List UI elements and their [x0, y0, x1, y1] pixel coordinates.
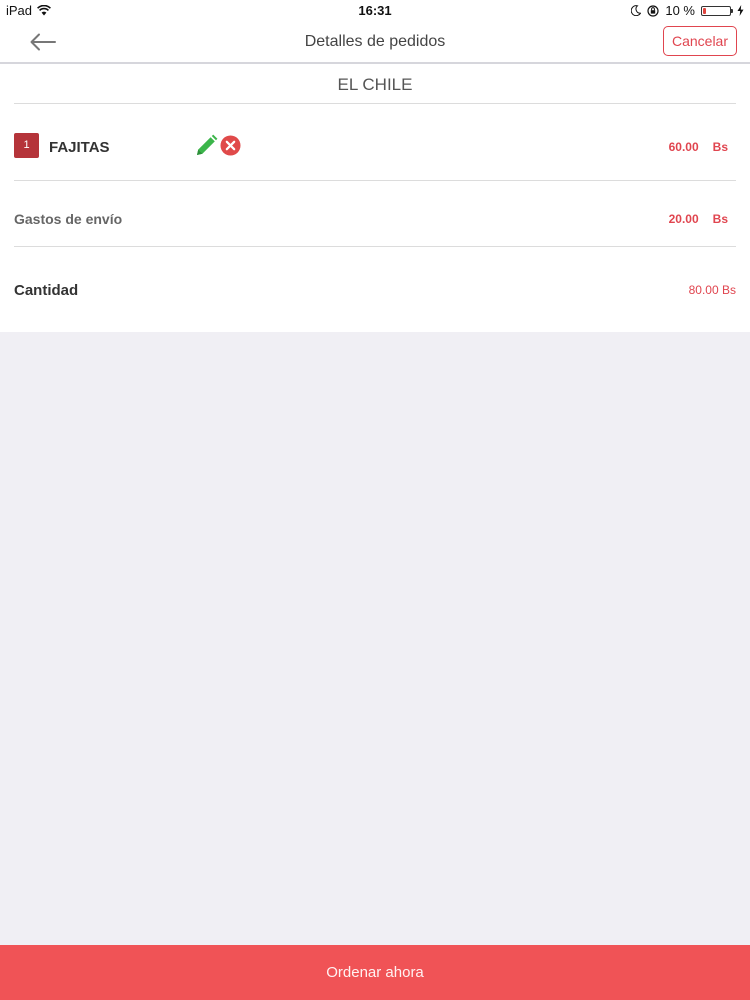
remove-circle-icon[interactable] [220, 135, 241, 156]
charging-icon [737, 5, 744, 16]
shipping-price-currency: Bs [712, 212, 728, 226]
total-label: Cantidad [14, 282, 79, 299]
page-title: Detalles de pedidos [304, 33, 446, 50]
item-price-currency: Bs [712, 140, 728, 154]
order-card: EL CHILE 1 FAJITAS 60.00 Bs Gastos de env… [0, 64, 750, 332]
total-row: Cantidad 80.00 Bs [14, 247, 736, 332]
moon-icon [631, 5, 642, 16]
battery-icon [701, 5, 733, 16]
shipping-price-value: 20.00 [668, 212, 699, 226]
item-price-value: 60.00 [668, 140, 699, 154]
battery-percentage: 10 % [665, 3, 695, 18]
item-name: FAJITAS [49, 139, 110, 156]
shipping-row: Gastos de envío 20.00 Bs [14, 181, 736, 247]
shipping-label: Gastos de envío [14, 211, 123, 227]
cancel-button[interactable]: Cancelar [662, 26, 737, 56]
total-value: 80.00 Bs [688, 283, 736, 297]
rotation-lock-icon [647, 4, 659, 17]
pencil-icon[interactable] [194, 134, 218, 158]
status-right: 10 % [631, 3, 744, 18]
navigation-bar: Detalles de pedidos Cancelar [0, 22, 750, 64]
restaurant-name: EL CHILE [14, 64, 736, 104]
status-bar: iPad 16:31 10 % [0, 0, 750, 22]
quantity-badge: 1 [14, 133, 39, 158]
order-now-button[interactable]: Ordenar ahora [0, 945, 750, 1000]
item-price: 60.00 Bs [669, 140, 728, 154]
shipping-price: 20.00 Bs [669, 212, 728, 226]
order-item-row: 1 FAJITAS 60.00 Bs [14, 104, 736, 181]
battery-level [703, 7, 706, 14]
